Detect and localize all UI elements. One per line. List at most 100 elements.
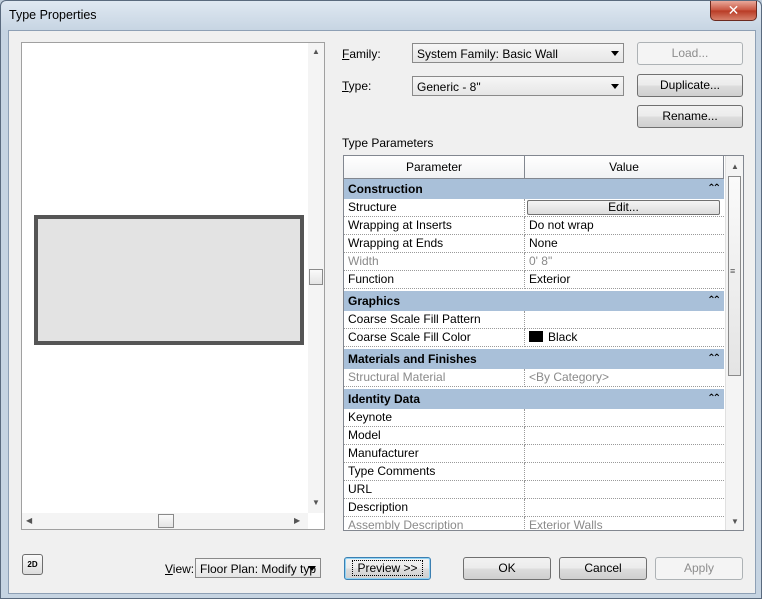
preview-hscroll-thumb[interactable] (158, 514, 174, 528)
family-label-text: amily: (349, 47, 381, 61)
type-label: Type: (342, 79, 372, 93)
preview-horizontal-scrollbar[interactable]: ◀ ▶ (22, 513, 308, 529)
wall-preview-shape (34, 215, 304, 345)
duplicate-button[interactable]: Duplicate... (637, 74, 743, 97)
parameter-name: URL (344, 481, 525, 499)
dialog-client-area: ▲ ▼ ◀ ▶ Family: System Family: Basic Wal… (8, 30, 756, 594)
load-button[interactable]: Load... (637, 42, 743, 65)
chevron-down-icon (611, 51, 619, 56)
parameter-value[interactable] (525, 427, 724, 445)
grid-vscroll-thumb[interactable] (728, 176, 741, 376)
group-header[interactable]: Graphics ⌃⌃ (344, 291, 724, 311)
family-select[interactable]: System Family: Basic Wall (412, 43, 624, 63)
parameter-row[interactable]: Wrapping at Ends None (344, 235, 724, 253)
rename-button[interactable]: Rename... (637, 105, 743, 128)
parameter-value[interactable]: Exterior (525, 271, 724, 289)
title-bar[interactable]: Type Properties ✕ (1, 1, 761, 31)
parameter-row[interactable]: URL (344, 481, 724, 499)
parameter-row[interactable]: Manufacturer (344, 445, 724, 463)
parameter-name: Coarse Scale Fill Pattern (344, 311, 525, 329)
duplicate-button-label: Duplicate... (659, 78, 721, 92)
parameter-name: Structural Material (344, 369, 525, 387)
grid-header: Parameter Value (344, 156, 724, 179)
parameter-row[interactable]: Type Comments (344, 463, 724, 481)
rename-button-label: Rename... (662, 109, 718, 123)
preview-pane[interactable]: ▲ ▼ ◀ ▶ (21, 42, 325, 530)
load-button-label: Load... (671, 46, 709, 60)
parameter-value: <By Category> (525, 369, 724, 387)
apply-button-label: Apply (683, 561, 715, 575)
parameter-row[interactable]: Structure Edit... (344, 199, 724, 217)
close-icon: ✕ (727, 2, 740, 18)
scroll-down-icon[interactable]: ▼ (731, 517, 739, 527)
scroll-up-icon[interactable]: ▲ (731, 162, 739, 172)
scroll-up-icon[interactable]: ▲ (312, 47, 320, 57)
parameter-value[interactable]: Black (525, 329, 724, 347)
grip-icon: ≡ (730, 266, 736, 276)
type-parameters-grid: Parameter Value Construction ⌃⌃ Structure E… (343, 155, 744, 531)
parameter-value[interactable] (525, 311, 724, 329)
type-properties-dialog: Type Properties ✕ ▲ ▼ ◀ ▶ Family: System… (0, 0, 762, 599)
2d-icon-text: 2D (27, 560, 38, 569)
close-button[interactable]: ✕ (710, 1, 757, 21)
apply-button[interactable]: Apply (655, 557, 743, 580)
parameter-row[interactable]: Width 0' 8" (344, 253, 724, 271)
grid-vertical-scrollbar[interactable]: ▲ ≡ ▼ (725, 156, 743, 530)
parameter-value[interactable] (525, 409, 724, 427)
parameter-value[interactable]: None (525, 235, 724, 253)
parameter-value[interactable]: Do not wrap (525, 217, 724, 235)
scroll-down-icon[interactable]: ▼ (312, 498, 320, 508)
group-header[interactable]: Materials and Finishes ⌃⌃ (344, 349, 724, 369)
collapse-chevron-icon[interactable]: ⌃⌃ (707, 179, 721, 199)
chevron-down-icon (308, 566, 316, 571)
parameter-row[interactable]: Coarse Scale Fill Color Black (344, 329, 724, 347)
parameter-row[interactable]: Function Exterior (344, 271, 724, 289)
group-header[interactable]: Identity Data ⌃⌃ (344, 389, 724, 409)
scroll-left-icon[interactable]: ◀ (26, 516, 32, 526)
parameter-name: Wrapping at Inserts (344, 217, 525, 235)
cancel-button[interactable]: Cancel (559, 557, 647, 580)
preview-button[interactable]: Preview >> (344, 557, 431, 580)
parameter-row[interactable]: Model (344, 427, 724, 445)
column-header-value[interactable]: Value (525, 156, 724, 178)
parameter-value: 0' 8" (525, 253, 724, 271)
parameter-name: Keynote (344, 409, 525, 427)
scroll-right-icon[interactable]: ▶ (294, 516, 300, 526)
parameter-value[interactable] (525, 481, 724, 499)
parameter-row[interactable]: Assembly Description Exterior Walls (344, 517, 724, 530)
parameter-name: Width (344, 253, 525, 271)
parameter-row[interactable]: Structural Material <By Category> (344, 369, 724, 387)
group-name: Materials and Finishes (348, 352, 477, 366)
group-header[interactable]: Construction ⌃⌃ (344, 179, 724, 199)
ok-button[interactable]: OK (463, 557, 551, 580)
structure-edit-button[interactable]: Edit... (527, 200, 720, 215)
2d-view-icon[interactable]: 2D (22, 554, 43, 575)
parameter-value[interactable] (525, 499, 724, 517)
parameter-value[interactable] (525, 445, 724, 463)
preview-vertical-scrollbar[interactable]: ▲ ▼ (308, 43, 324, 513)
type-parameters-label: Type Parameters (342, 136, 434, 150)
family-select-value: System Family: Basic Wall (417, 47, 558, 61)
collapse-chevron-icon[interactable]: ⌃⌃ (707, 389, 721, 409)
color-swatch-icon (529, 331, 543, 342)
parameter-value[interactable] (525, 463, 724, 481)
preview-vscroll-thumb[interactable] (309, 269, 323, 285)
ok-button-label: OK (498, 561, 516, 575)
parameter-name: Function (344, 271, 525, 289)
column-header-parameter[interactable]: Parameter (344, 156, 525, 178)
parameter-row[interactable]: Coarse Scale Fill Pattern (344, 311, 724, 329)
parameter-name: Structure (344, 199, 525, 217)
collapse-chevron-icon[interactable]: ⌃⌃ (707, 349, 721, 369)
parameter-name: Coarse Scale Fill Color (344, 329, 525, 347)
family-label: Family: (342, 47, 381, 61)
parameter-row[interactable]: Wrapping at Inserts Do not wrap (344, 217, 724, 235)
parameter-row[interactable]: Description (344, 499, 724, 517)
parameter-value[interactable]: Edit... (525, 199, 724, 217)
parameter-row[interactable]: Keynote (344, 409, 724, 427)
parameter-name: Assembly Description (344, 517, 525, 530)
collapse-chevron-icon[interactable]: ⌃⌃ (707, 291, 721, 311)
cancel-button-label: Cancel (584, 561, 622, 575)
view-select[interactable]: Floor Plan: Modify typ (195, 558, 321, 578)
type-select[interactable]: Generic - 8" (412, 76, 624, 96)
view-label: View: (165, 562, 195, 576)
